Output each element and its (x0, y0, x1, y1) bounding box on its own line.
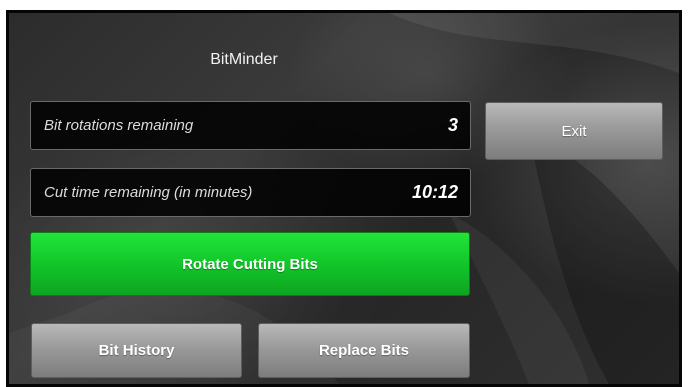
cut-time-readout: Cut time remaining (in minutes) 10:12 (30, 168, 471, 217)
rotations-label: Bit rotations remaining (44, 117, 194, 134)
app-screen: BitMinder Bit rotations remaining 3 Cut … (6, 10, 682, 387)
exit-button[interactable]: Exit (485, 102, 663, 160)
app-title: BitMinder (210, 51, 278, 68)
rotate-cutting-bits-button[interactable]: Rotate Cutting Bits (30, 232, 470, 296)
rotations-readout: Bit rotations remaining 3 (30, 101, 471, 150)
bit-history-button[interactable]: Bit History (31, 323, 242, 378)
replace-bits-button[interactable]: Replace Bits (258, 323, 470, 378)
rotations-value: 3 (447, 115, 458, 135)
cut-time-label: Cut time remaining (in minutes) (44, 184, 253, 201)
cut-time-value: 10:12 (411, 182, 458, 202)
